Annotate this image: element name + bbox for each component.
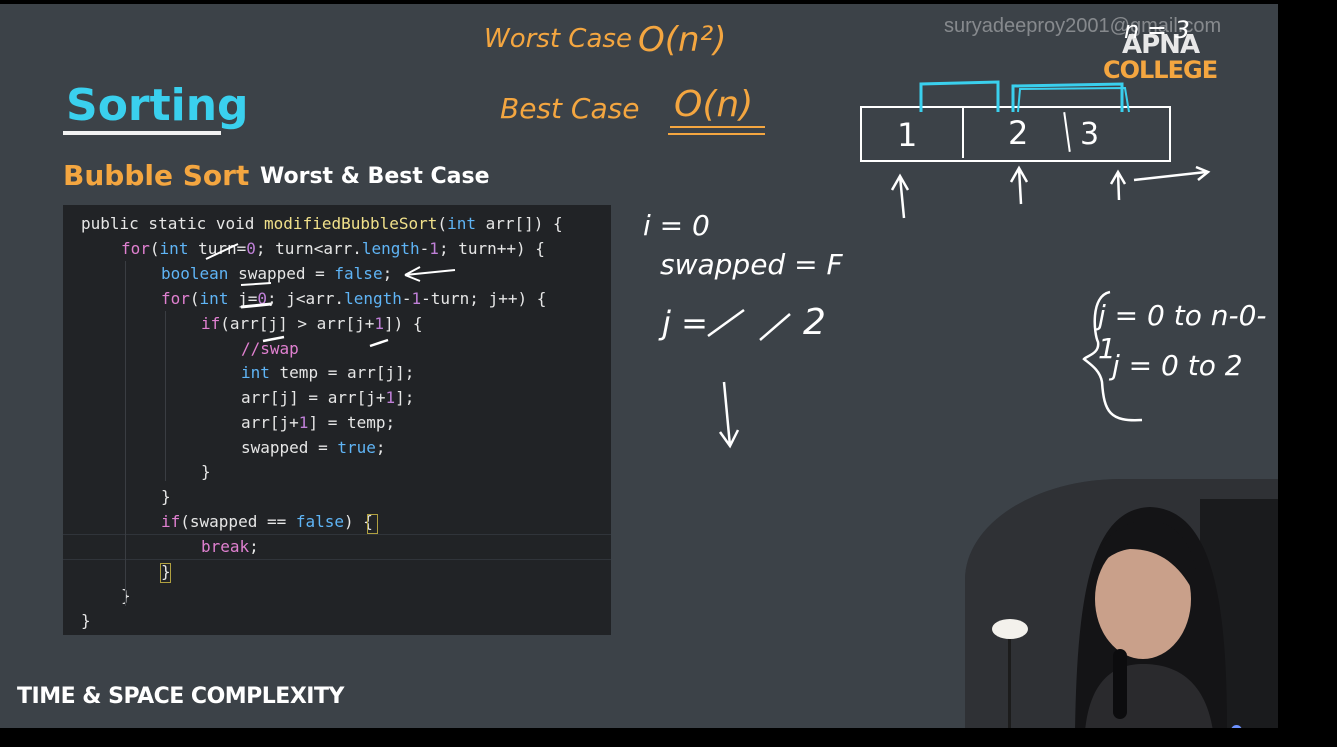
hw-i-label: i = 0 [643, 209, 710, 242]
hw-swapped-label: swapped = F [660, 248, 843, 281]
footer-title: TIME & SPACE COMPLEXITY [17, 684, 344, 709]
letterbox-right [1278, 0, 1337, 747]
slide: Sorting Bubble Sort Worst & Best Case su… [0, 4, 1278, 728]
hw-j-final: 2 [803, 302, 826, 343]
hw-j-prefix: j = [662, 304, 708, 342]
hw-range-2: j = 0 to 2 [1112, 349, 1243, 382]
presenter-image [965, 479, 1278, 728]
presenter-webcam [965, 479, 1278, 728]
